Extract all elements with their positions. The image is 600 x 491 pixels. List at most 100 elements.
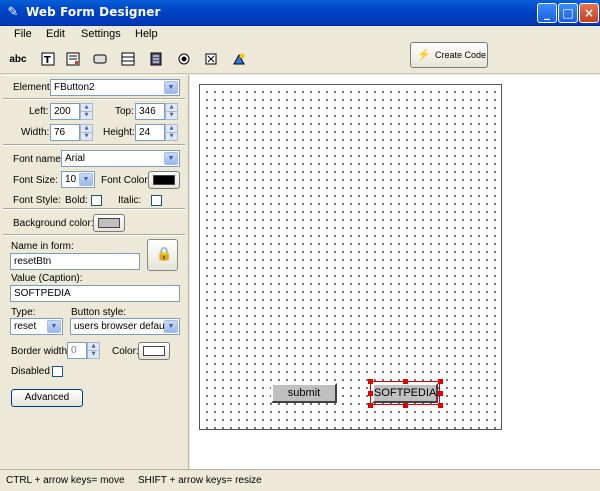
lock-icon: 🔒 bbox=[156, 247, 173, 262]
chevron-down-icon[interactable]: ▼ bbox=[164, 320, 178, 333]
font-color-button[interactable] bbox=[148, 171, 180, 189]
text-area-icon[interactable] bbox=[63, 50, 83, 68]
status-move-hint: CTRL + arrow keys= move bbox=[6, 475, 125, 486]
abc-label-icon[interactable]: abc bbox=[8, 50, 28, 68]
left-field[interactable]: 200 bbox=[50, 103, 80, 120]
value-caption-field[interactable]: SOFTPEDIA bbox=[10, 285, 180, 302]
button-style-select[interactable]: users browser default ▼ bbox=[70, 318, 180, 335]
canvas-submit-button[interactable]: submit bbox=[271, 383, 337, 403]
listbox-icon[interactable] bbox=[118, 50, 138, 68]
bold-checkbox[interactable] bbox=[91, 195, 102, 206]
geometry-group: Left: 200 ▲ ▼ Top: 346 ▲ ▼ Width: 76 ▲ ▼ He… bbox=[3, 99, 185, 145]
resize-handle[interactable] bbox=[368, 391, 373, 396]
font-size-value: 10 bbox=[65, 174, 77, 185]
background-color-label: Background color: bbox=[13, 218, 94, 229]
menu-settings[interactable]: Settings bbox=[81, 28, 121, 40]
menu-edit[interactable]: Edit bbox=[46, 28, 65, 40]
advanced-button[interactable]: Advanced bbox=[11, 389, 83, 407]
left-label: Left: bbox=[29, 106, 49, 117]
background-color-button[interactable] bbox=[93, 214, 125, 232]
create-code-button[interactable]: ⚡ Create Code bbox=[410, 42, 488, 68]
form-canvas[interactable]: submit SOFTPEDIA bbox=[199, 84, 502, 430]
property-panel: Element: FButton2 ▼ Left: 200 ▲ ▼ Top: 34… bbox=[0, 75, 189, 469]
width-spinner[interactable]: ▲ ▼ bbox=[80, 124, 93, 141]
font-size-label: Font Size: bbox=[13, 175, 59, 186]
minimize-button[interactable]: _ bbox=[537, 3, 557, 23]
resize-handle[interactable] bbox=[368, 403, 373, 408]
resize-handle[interactable] bbox=[438, 379, 443, 384]
chevron-down-icon[interactable]: ▼ bbox=[47, 320, 61, 333]
window-title: Web Form Designer bbox=[26, 5, 161, 19]
top-field[interactable]: 346 bbox=[135, 103, 165, 120]
spin-up-icon[interactable]: ▲ bbox=[81, 104, 92, 111]
font-color-swatch bbox=[153, 175, 175, 185]
spin-up-icon[interactable]: ▲ bbox=[166, 125, 177, 132]
image-icon[interactable] bbox=[229, 50, 249, 68]
resize-handle[interactable] bbox=[438, 391, 443, 396]
create-code-label: Create Code bbox=[435, 50, 487, 60]
height-field[interactable]: 24 bbox=[135, 124, 165, 141]
resize-handle[interactable] bbox=[403, 379, 408, 384]
wand-icon: ⚡ bbox=[417, 49, 431, 61]
disabled-label: Disabled bbox=[11, 366, 50, 377]
spin-up-icon[interactable]: ▲ bbox=[88, 343, 99, 350]
resize-handle[interactable] bbox=[368, 379, 373, 384]
element-label: Element: bbox=[13, 82, 53, 93]
spin-down-icon[interactable]: ▼ bbox=[81, 132, 92, 139]
name-in-form-field[interactable]: resetBtn bbox=[10, 253, 140, 270]
text-field-icon[interactable]: T bbox=[38, 50, 58, 68]
menu-help[interactable]: Help bbox=[135, 28, 158, 40]
value-caption-label: Value (Caption): bbox=[11, 273, 83, 284]
font-name-select[interactable]: Arial ▼ bbox=[61, 150, 180, 167]
spin-down-icon[interactable]: ▼ bbox=[166, 111, 177, 118]
spin-up-icon[interactable]: ▲ bbox=[166, 104, 177, 111]
font-group: Font name: Arial ▼ Font Size: 10 ▼ Font … bbox=[3, 145, 185, 209]
top-label: Top: bbox=[115, 106, 134, 117]
chevron-down-icon[interactable]: ▼ bbox=[164, 152, 178, 165]
font-size-select[interactable]: 10 ▼ bbox=[61, 171, 95, 188]
spin-down-icon[interactable]: ▼ bbox=[81, 111, 92, 118]
maximize-button[interactable]: □ bbox=[558, 3, 578, 23]
font-style-label: Font Style: bbox=[13, 195, 61, 206]
disabled-checkbox[interactable] bbox=[52, 366, 63, 377]
font-name-label: Font name: bbox=[13, 154, 64, 165]
spin-up-icon[interactable]: ▲ bbox=[81, 125, 92, 132]
element-select[interactable]: FButton2 ▼ bbox=[50, 79, 180, 96]
status-resize-hint: SHIFT + arrow keys= resize bbox=[138, 475, 262, 486]
resize-handle[interactable] bbox=[403, 403, 408, 408]
type-select[interactable]: reset ▼ bbox=[10, 318, 63, 335]
border-width-label: Border width: bbox=[11, 346, 70, 357]
border-width-spinner[interactable]: ▲ ▼ bbox=[87, 342, 100, 359]
font-name-value: Arial bbox=[65, 153, 86, 164]
border-width-field[interactable]: 0 bbox=[67, 342, 87, 359]
height-spinner[interactable]: ▲ ▼ bbox=[165, 124, 178, 141]
spin-down-icon[interactable]: ▼ bbox=[166, 132, 177, 139]
resize-handle[interactable] bbox=[438, 403, 443, 408]
width-field[interactable]: 76 bbox=[50, 124, 80, 141]
select-icon[interactable] bbox=[146, 50, 166, 68]
left-spinner[interactable]: ▲ ▼ bbox=[80, 103, 93, 120]
radio-icon[interactable] bbox=[174, 50, 194, 68]
button-icon[interactable] bbox=[90, 50, 110, 68]
width-label: Width: bbox=[21, 127, 50, 138]
height-label: Height: bbox=[103, 127, 135, 138]
spin-down-icon[interactable]: ▼ bbox=[88, 350, 99, 357]
properties-group: Name in form: resetBtn 🔒 Value (Caption)… bbox=[3, 235, 185, 413]
close-button[interactable]: × bbox=[579, 3, 599, 23]
svg-text:T: T bbox=[44, 55, 51, 66]
chevron-down-icon[interactable]: ▼ bbox=[79, 173, 93, 186]
border-color-label: Color: bbox=[112, 346, 139, 357]
type-label: Type: bbox=[11, 307, 36, 318]
app-icon[interactable]: ✎ bbox=[5, 5, 21, 21]
italic-checkbox[interactable] bbox=[151, 195, 162, 206]
title-bar: ✎ Web Form Designer _ □ × bbox=[0, 0, 600, 26]
chevron-down-icon[interactable]: ▼ bbox=[164, 81, 178, 94]
lock-button[interactable]: 🔒 bbox=[147, 239, 178, 271]
checkbox-icon[interactable] bbox=[201, 50, 221, 68]
design-area[interactable]: submit SOFTPEDIA bbox=[190, 75, 600, 469]
border-color-button[interactable] bbox=[138, 342, 170, 360]
italic-label: Italic: bbox=[118, 195, 142, 206]
menu-file[interactable]: File bbox=[14, 28, 32, 40]
status-bar: CTRL + arrow keys= move SHIFT + arrow ke… bbox=[0, 469, 600, 491]
top-spinner[interactable]: ▲ ▼ bbox=[165, 103, 178, 120]
